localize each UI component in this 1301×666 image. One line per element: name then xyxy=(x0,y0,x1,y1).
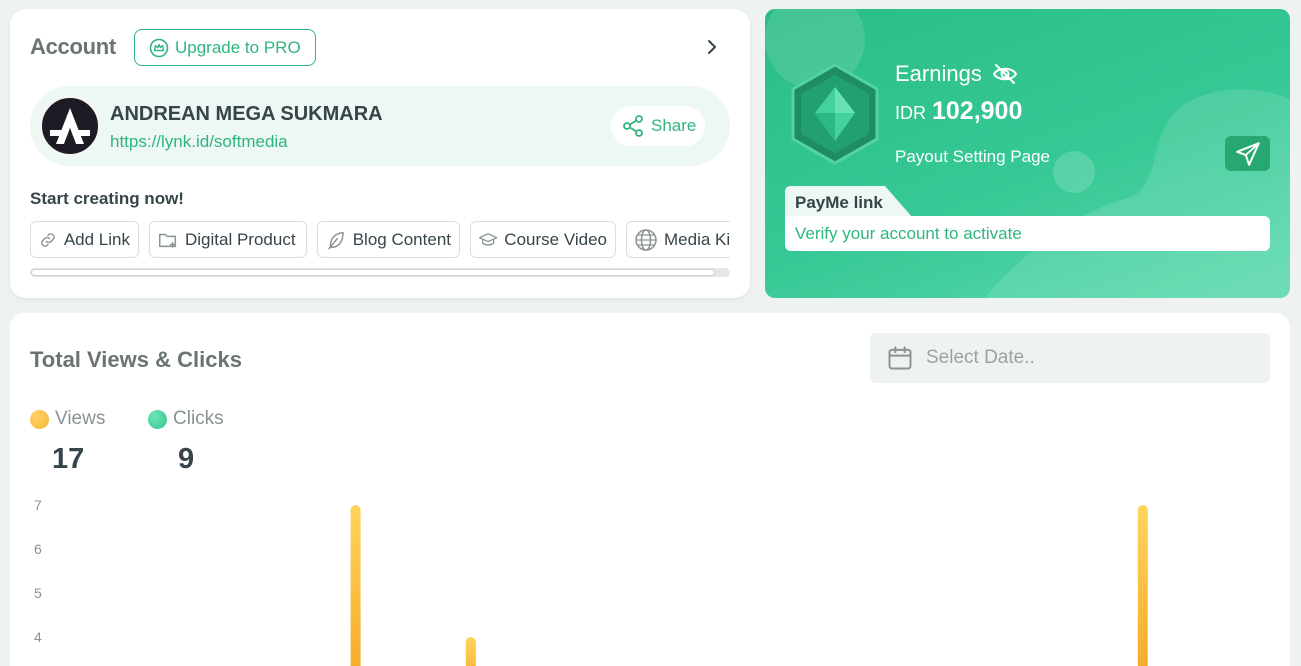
clicks-count: 9 xyxy=(178,443,195,475)
add-link-label: Add Link xyxy=(63,229,130,249)
avatar[interactable] xyxy=(40,96,100,156)
blog-content-label: Blog Content xyxy=(352,229,451,249)
horizontal-scrollbar[interactable] xyxy=(30,268,730,277)
profile-box: ANDREAN MEGA SUKMARA https://lynk.id/sof… xyxy=(30,86,730,166)
y-tick-label: 6 xyxy=(34,541,42,557)
date-placeholder: Select Date.. xyxy=(926,347,1035,368)
earnings-card: Earnings IDR 102,900 Payout Setting Page … xyxy=(765,9,1290,298)
media-kit-label: Media Kit xyxy=(664,229,730,249)
graduation-cap-icon xyxy=(478,232,498,246)
digital-product-label: Digital Product xyxy=(185,229,296,249)
account-title: Account xyxy=(30,34,116,59)
views-bar[interactable] xyxy=(1137,505,1148,666)
upgrade-to-pro-button[interactable]: Upgrade to PRO xyxy=(134,29,316,66)
paper-plane-icon xyxy=(1235,141,1260,166)
payme-verify-message[interactable]: Verify your account to activate xyxy=(785,216,1270,251)
y-tick-label: 4 xyxy=(34,629,42,645)
blog-content-button[interactable]: Blog Content xyxy=(317,221,460,258)
crown-icon xyxy=(149,38,169,57)
folder-plus-icon xyxy=(159,233,177,247)
views-clicks-chart: 4 5 6 7 xyxy=(34,497,1148,666)
amount-value: 102,900 xyxy=(932,97,1023,125)
add-link-button[interactable]: Add Link xyxy=(30,221,139,258)
views-bar[interactable] xyxy=(465,637,476,666)
earnings-amount: IDR 102,900 xyxy=(895,97,1022,126)
earnings-label: Earnings xyxy=(895,61,1018,87)
upgrade-label: Upgrade to PRO xyxy=(175,37,301,57)
legend-clicks[interactable]: Clicks xyxy=(148,408,224,430)
views-dot-icon xyxy=(30,409,49,429)
scrollbar-thumb[interactable] xyxy=(31,269,715,276)
profile-name: ANDREAN MEGA SUKMARA xyxy=(110,103,383,125)
eye-off-icon[interactable] xyxy=(992,62,1018,86)
views-clicks-card: Total Views & Clicks Select Date.. Views… xyxy=(10,313,1290,666)
chevron-right-icon[interactable] xyxy=(702,37,722,57)
account-card: Account Upgrade to PRO ANDREAN MEGA SUKM… xyxy=(10,9,750,298)
clicks-dot-icon xyxy=(148,409,167,429)
views-clicks-title: Total Views & Clicks xyxy=(30,347,242,372)
payout-setting-link[interactable]: Payout Setting Page xyxy=(895,147,1050,167)
y-tick-label: 5 xyxy=(34,585,42,601)
send-button[interactable] xyxy=(1225,136,1270,171)
y-tick-label: 7 xyxy=(34,497,42,513)
avatar-logo-icon xyxy=(50,108,90,144)
link-icon xyxy=(41,232,55,247)
course-video-label: Course Video xyxy=(504,229,607,249)
start-creating-heading: Start creating now! xyxy=(30,189,184,208)
create-buttons-row: Add Link Digital Product Blog Content Co… xyxy=(30,221,730,259)
date-picker-input[interactable]: Select Date.. xyxy=(870,333,1270,383)
feather-icon xyxy=(328,231,344,250)
legend-views[interactable]: Views xyxy=(30,408,105,430)
calendar-icon xyxy=(888,346,912,370)
profile-url-link[interactable]: https://lynk.id/softmedia xyxy=(110,132,288,152)
globe-icon xyxy=(635,228,657,251)
views-bar[interactable] xyxy=(350,505,361,666)
media-kit-button[interactable]: Media Kit xyxy=(626,221,730,258)
share-button[interactable]: Share xyxy=(611,106,705,146)
diamond-badge-icon xyxy=(791,63,879,165)
currency-label: IDR xyxy=(895,103,926,123)
digital-product-button[interactable]: Digital Product xyxy=(149,221,307,258)
course-video-button[interactable]: Course Video xyxy=(470,221,616,258)
payme-link-tab: PayMe link xyxy=(785,186,913,218)
share-label: Share xyxy=(651,116,697,135)
share-icon xyxy=(623,115,643,137)
views-count: 17 xyxy=(52,443,85,475)
